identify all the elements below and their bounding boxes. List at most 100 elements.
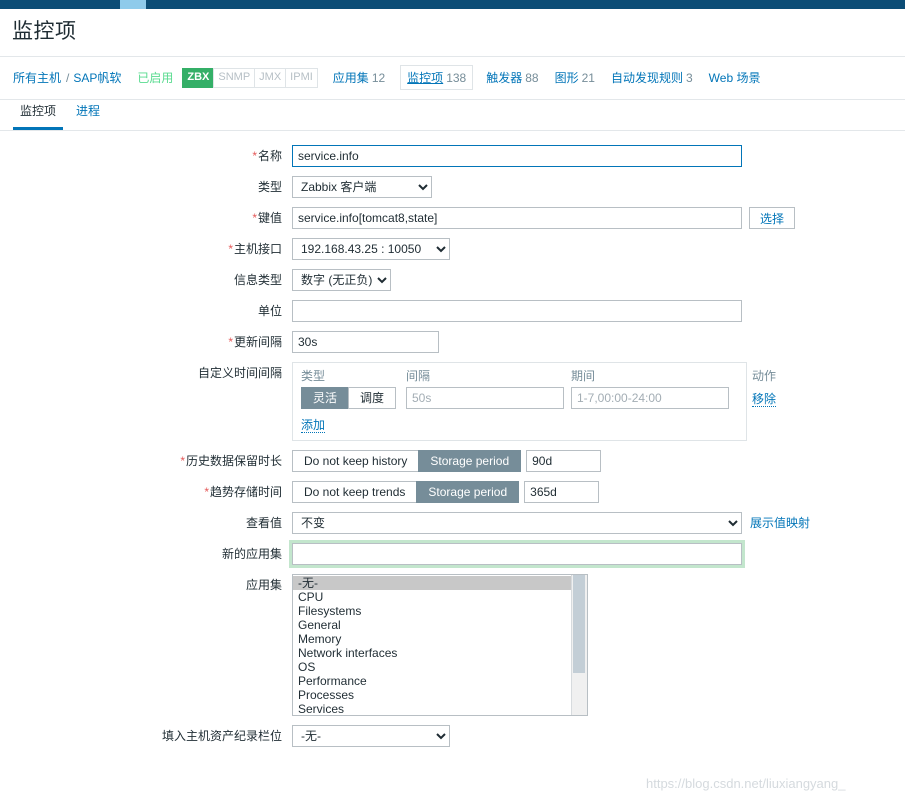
page-title: 监控项 [12, 20, 77, 43]
trends-do-not-keep-button[interactable]: Do not keep trends [292, 481, 417, 503]
new-application-input[interactable] [292, 543, 742, 565]
interval-value-input[interactable] [406, 387, 564, 409]
topbar-active-marker [120, 0, 146, 9]
applications-scrollbar[interactable] [571, 575, 587, 715]
type-select[interactable]: Zabbix 客户端 [292, 176, 432, 198]
trends-period-input[interactable] [524, 481, 600, 503]
application-option-network-interfaces[interactable]: Network interfaces [293, 646, 571, 660]
required-marker-history: * [180, 454, 185, 468]
show-value-select[interactable]: 不变 [292, 512, 742, 534]
value-type-select[interactable]: 数字 (无正负) [292, 269, 391, 291]
protocol-badge-jmx[interactable]: JMX [254, 67, 286, 88]
application-option-os[interactable]: OS [293, 660, 571, 674]
interval-period-cell [571, 387, 736, 409]
name-input[interactable] [292, 145, 742, 167]
application-option-services[interactable]: Services [293, 702, 571, 715]
label-name-text: 名称 [257, 149, 282, 163]
label-custom-intervals: 自定义时间间隔 [0, 362, 292, 384]
custom-intervals-table: 类型 间隔 期间 动作 灵活 调度 50s 1-7,00:00-24:00 移除… [292, 362, 776, 441]
history-storage-period-button[interactable]: Storage period [418, 450, 522, 472]
breadcrumb-host-name[interactable]: SAP帆软 [73, 69, 121, 86]
form-row-new-application: 新的应用集 [0, 543, 905, 565]
header-interval-period: 期间 [571, 369, 596, 383]
host-interface-select[interactable]: 192.168.43.25 : 10050 [292, 238, 450, 260]
applications-listbox[interactable]: -无- CPU Filesystems General Memory Netwo… [292, 574, 588, 716]
label-applications-text: 应用集 [245, 578, 282, 592]
applications-option-list: -无- CPU Filesystems General Memory Netwo… [293, 575, 571, 715]
inventory-field-select[interactable]: -无- [292, 725, 450, 747]
show-value-mapping-link[interactable]: 展示值映射 [750, 512, 810, 534]
breadcrumb-tab-triggers[interactable]: 触发器 88 [485, 67, 539, 88]
label-update-interval: *更新间隔 [0, 331, 292, 353]
label-type: 类型 [0, 176, 292, 198]
protocol-badge-snmp[interactable]: SNMP [213, 67, 255, 88]
form-row-inventory-field: 填入主机资产纪录栏位 -无- [0, 725, 905, 747]
label-history-text: 历史数据保留时长 [185, 454, 282, 468]
label-host-interface: *主机接口 [0, 238, 292, 260]
label-history: *历史数据保留时长 [0, 450, 292, 472]
key-input[interactable] [292, 207, 742, 229]
key-select-button[interactable]: 选择 [749, 207, 796, 229]
breadcrumb-tab-discovery-rules[interactable]: 自动发现规则 3 [610, 67, 694, 88]
interval-action-cell: 移除 [736, 390, 776, 407]
form-row-value-type: 信息类型 数字 (无正负) [0, 269, 905, 291]
interval-remove-link[interactable]: 移除 [751, 391, 776, 407]
breadcrumb-separator: / [66, 70, 70, 85]
form-row-show-value: 查看值 不变 展示值映射 [0, 512, 905, 534]
label-host-interface-text: 主机接口 [233, 242, 282, 256]
form-row-custom-intervals: 自定义时间间隔 类型 间隔 期间 动作 灵活 调度 50s 1-7,00:00-… [0, 362, 905, 441]
label-type-text: 类型 [257, 180, 282, 194]
host-status-enabled[interactable]: 已启用 [137, 69, 173, 86]
breadcrumb-tab-web-scenarios-label: Web 场景 [708, 71, 761, 85]
breadcrumb-tab-items-label: 监控项 [407, 71, 444, 85]
applications-scrollbar-thumb[interactable] [573, 575, 585, 673]
breadcrumb-tab-triggers-count: 88 [525, 71, 539, 85]
application-option-processes[interactable]: Processes [293, 688, 571, 702]
header-interval-value: 间隔 [406, 369, 431, 383]
breadcrumb-tab-items[interactable]: 监控项 138 [400, 65, 474, 90]
interval-period-input[interactable] [571, 387, 729, 409]
required-marker-trends: * [204, 485, 209, 499]
application-option-cpu[interactable]: CPU [293, 590, 571, 604]
custom-interval-row: 灵活 调度 移除 [301, 387, 776, 414]
interval-add-link[interactable]: 添加 [301, 418, 326, 433]
protocol-badge-ipmi[interactable]: IPMI [285, 67, 318, 88]
label-new-application: 新的应用集 [0, 543, 292, 565]
host-protocol-badges: ZBX SNMP JMX IPMI [182, 67, 318, 88]
breadcrumb-tab-web-scenarios[interactable]: Web 场景 [708, 67, 762, 88]
interval-type-flexible-button[interactable]: 灵活 [301, 387, 349, 409]
history-mode-toggle: Do not keep history Storage period [292, 450, 522, 472]
watermark: https://blog.csdn.net/liuxiangyang_ [646, 776, 846, 791]
application-option-general[interactable]: General [293, 618, 571, 632]
protocol-badge-zbx[interactable]: ZBX [182, 67, 214, 88]
breadcrumb-tab-applications-label: 应用集 [332, 71, 369, 85]
label-inventory-field-text: 填入主机资产纪录栏位 [161, 729, 282, 743]
update-interval-input[interactable] [292, 331, 439, 353]
top-navigation-bar [0, 0, 905, 9]
tab-item[interactable]: 监控项 [13, 102, 64, 130]
application-option-none[interactable]: -无- [293, 576, 571, 590]
application-option-filesystems[interactable]: Filesystems [293, 604, 571, 618]
interval-type-scheduling-button[interactable]: 调度 [348, 387, 397, 409]
tab-preprocessing[interactable]: 进程 [69, 102, 107, 130]
required-marker-name: * [252, 149, 257, 163]
custom-intervals-add-row: 添加 [301, 414, 738, 433]
label-value-type: 信息类型 [0, 269, 292, 291]
breadcrumb-tab-graphs[interactable]: 图形 21 [554, 67, 596, 88]
application-option-memory[interactable]: Memory [293, 632, 571, 646]
breadcrumb-tab-graphs-label: 图形 [554, 71, 579, 85]
trends-storage-period-button[interactable]: Storage period [416, 481, 520, 503]
breadcrumb-tab-applications[interactable]: 应用集 12 [332, 67, 386, 88]
history-do-not-keep-button[interactable]: Do not keep history [292, 450, 419, 472]
form-row-history: *历史数据保留时长 Do not keep history Storage pe… [0, 450, 905, 472]
history-period-input[interactable] [526, 450, 602, 472]
required-marker-key: * [252, 211, 257, 225]
label-name: *名称 [0, 145, 292, 167]
breadcrumb-tab-graphs-count: 21 [581, 71, 595, 85]
label-new-application-text: 新的应用集 [221, 547, 282, 561]
units-input[interactable] [292, 300, 742, 322]
item-form: *名称 类型 Zabbix 客户端 *键值 选择 *主机接口 [0, 131, 905, 747]
breadcrumb-all-hosts[interactable]: 所有主机 [13, 69, 61, 86]
breadcrumb-tab-triggers-label: 触发器 [486, 71, 523, 85]
application-option-performance[interactable]: Performance [293, 674, 571, 688]
